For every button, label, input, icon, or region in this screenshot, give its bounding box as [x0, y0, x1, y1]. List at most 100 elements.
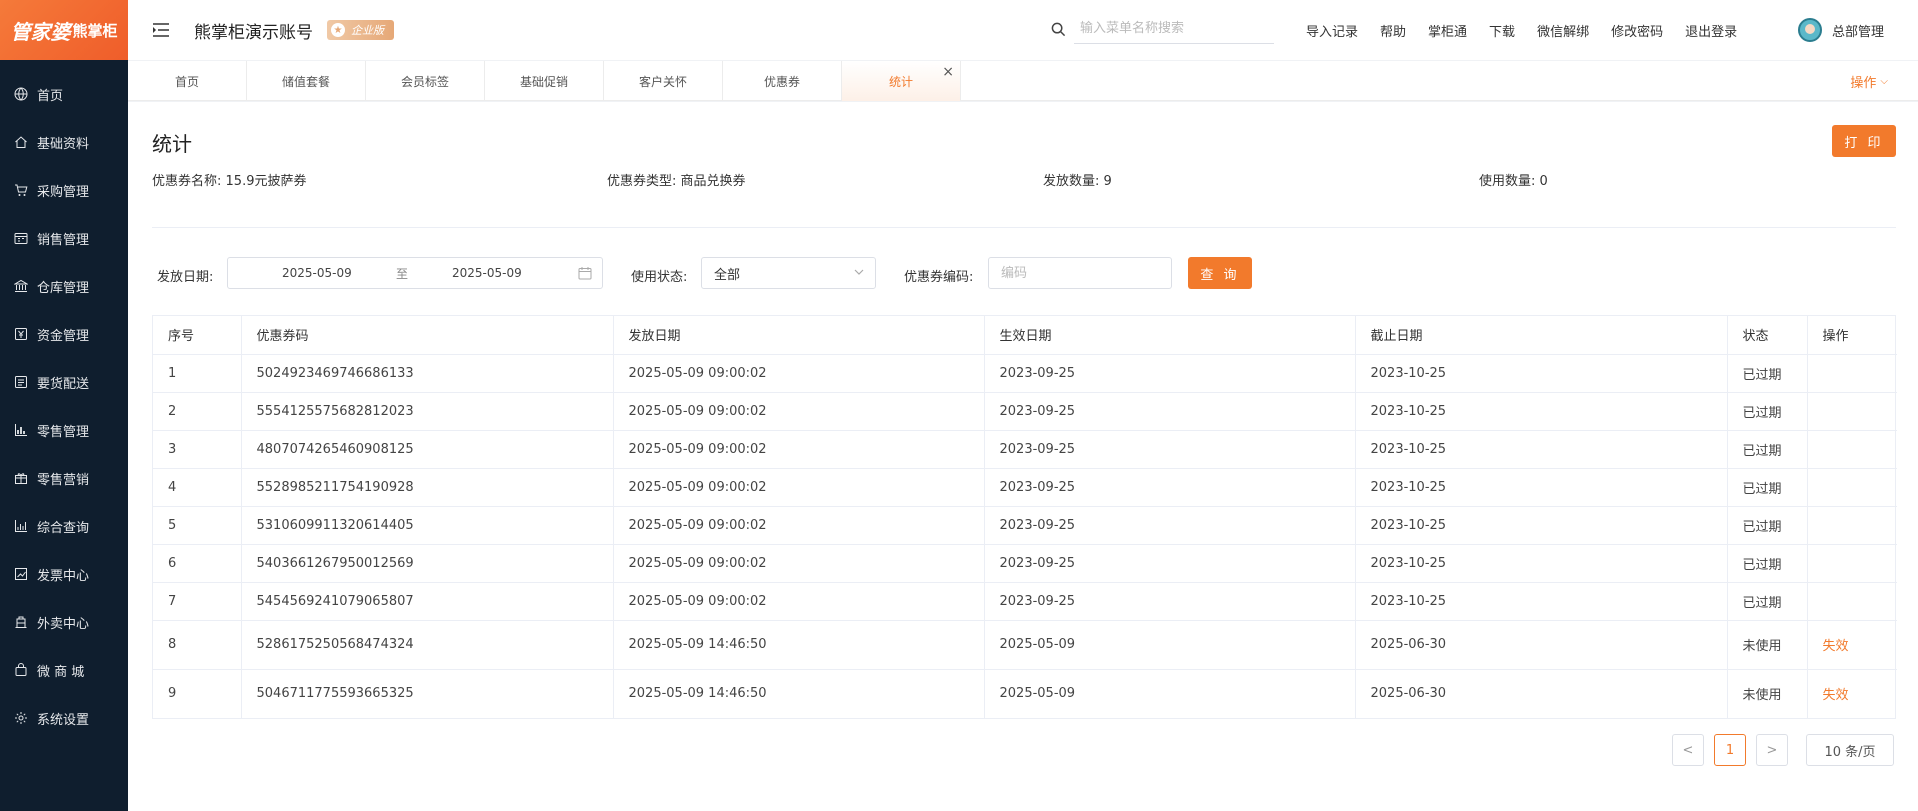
table-cell: 2025-06-30: [1355, 669, 1728, 718]
calendar-icon: [578, 267, 592, 280]
info-issued-count: 发放数量: 9: [1043, 170, 1112, 189]
close-icon[interactable]: ×: [942, 64, 954, 80]
table-cell: [1807, 468, 1897, 507]
page-size-select[interactable]: 10 条/页: [1806, 734, 1894, 766]
page-tab[interactable]: 优惠券: [723, 61, 842, 101]
table-cell: 2023-10-25: [1355, 392, 1728, 431]
usage-status-label: 使用状态:: [631, 270, 688, 285]
next-page-button[interactable]: >: [1756, 734, 1788, 766]
sidebar-item[interactable]: 零售管理: [0, 406, 128, 454]
sidebar-item[interactable]: 零售营销: [0, 454, 128, 502]
table-cell: 2025-05-09 14:46:50: [613, 620, 985, 670]
table-cell: 2023-10-25: [1355, 468, 1728, 507]
page-tab[interactable]: 客户关怀: [604, 61, 723, 101]
table-cell: 2023-10-25: [1355, 430, 1728, 469]
coupon-code-input[interactable]: [988, 257, 1172, 289]
sidebar-item[interactable]: 采购管理: [0, 166, 128, 214]
table-cell: 2025-05-09 14:46:50: [613, 669, 985, 718]
page-tab[interactable]: 会员标签: [366, 61, 485, 101]
top-header: 熊掌柜演示账号 ★ 企业版 导入记录 帮助 掌柜通 下载 微信解绑 修改密码 退出登录 总部…: [128, 0, 1918, 60]
column-header: 序号: [153, 316, 242, 355]
table-row: 1 5024923469746686133 2025-05-09 09:00:02 2…: [153, 354, 1897, 393]
sidebar-item[interactable]: 销售管理: [0, 214, 128, 262]
menu-search-input[interactable]: [1074, 14, 1274, 44]
page-tab[interactable]: 储值套餐: [247, 61, 366, 101]
sidebar-item[interactable]: 系统设置: [0, 694, 128, 742]
header-link[interactable]: 退出登录: [1685, 21, 1737, 40]
table-cell: 7: [153, 582, 242, 621]
date-end[interactable]: 2025-05-09: [452, 266, 522, 280]
table-cell: 2023-10-25: [1355, 582, 1728, 621]
page-tab[interactable]: 基础促销: [485, 61, 604, 101]
avatar[interactable]: [1798, 18, 1822, 42]
date-separator: 至: [396, 266, 409, 281]
tab-label: 储值套餐: [281, 74, 330, 89]
sidebar-item[interactable]: 资金管理: [0, 310, 128, 358]
table-cell: 已过期: [1727, 392, 1808, 431]
brand-logo[interactable]: 管家婆 熊掌柜: [0, 0, 128, 60]
account-title: 熊掌柜演示账号: [194, 22, 313, 43]
sidebar-item[interactable]: 首页: [0, 70, 128, 118]
table-cell: 已过期: [1727, 506, 1808, 545]
table-cell: 已过期: [1727, 468, 1808, 507]
table-cell: 已过期: [1727, 544, 1808, 583]
query-button[interactable]: 查 询: [1188, 257, 1252, 289]
tab-label: 优惠券: [763, 74, 800, 89]
tab-label: 客户关怀: [638, 74, 687, 89]
tab-operations-dropdown[interactable]: 操作 ⌵: [1850, 61, 1888, 101]
bag-icon: [15, 663, 27, 676]
globe-icon: [14, 87, 28, 101]
usage-status-select[interactable]: 全部: [701, 257, 876, 289]
coupon-table: 序号 优惠券码 发放日期 生效日期 截止日期 状态 操作 1 5024923469746686…: [152, 315, 1897, 719]
header-link[interactable]: 掌柜通: [1428, 21, 1467, 40]
bar-chart-icon: [15, 424, 27, 436]
header-link[interactable]: 帮助: [1380, 21, 1406, 40]
header-link[interactable]: 下载: [1489, 21, 1515, 40]
table-row: 6 5403661267950012569 2025-05-09 09:00:02 2…: [153, 544, 1897, 583]
invalidate-action[interactable]: 失效: [1807, 669, 1897, 718]
logo-text-primary: 管家婆: [10, 19, 71, 44]
usage-status-value: 全部: [714, 267, 741, 283]
table-cell: 5024923469746686133: [241, 354, 614, 393]
table-cell: 6: [153, 544, 242, 583]
sidebar-item[interactable]: 基础资料: [0, 118, 128, 166]
header-link[interactable]: 修改密码: [1611, 21, 1663, 40]
sidebar-item-label: 要货配送: [37, 376, 90, 392]
table-cell: 2025-05-09 09:00:02: [613, 544, 985, 583]
table-cell: 5: [153, 506, 242, 545]
sidebar-item[interactable]: 要货配送: [0, 358, 128, 406]
sidebar-item[interactable]: 微 商 城: [0, 646, 128, 694]
prev-page-button[interactable]: <: [1672, 734, 1704, 766]
page-tab[interactable]: 首页: [128, 61, 247, 101]
table-cell: 2025-05-09 09:00:02: [613, 582, 985, 621]
header-link[interactable]: 微信解绑: [1537, 21, 1589, 40]
header-link[interactable]: 导入记录: [1306, 21, 1358, 40]
info-coupon-type: 优惠券类型: 商品兑换券: [607, 170, 746, 189]
user-name[interactable]: 总部管理: [1832, 21, 1884, 40]
yen-icon: [15, 328, 27, 340]
table-cell: 2023-09-25: [984, 544, 1356, 583]
home-icon: [15, 136, 27, 148]
tab-label: 会员标签: [400, 74, 449, 89]
table-cell: 4807074265460908125: [241, 430, 614, 469]
invalidate-action[interactable]: 失效: [1807, 620, 1897, 670]
sidebar-item-label: 综合查询: [37, 520, 90, 536]
print-button[interactable]: 打 印: [1832, 125, 1896, 157]
sidebar-item[interactable]: 外卖中心: [0, 598, 128, 646]
user-menu[interactable]: 总部管理: [1798, 0, 1884, 60]
table-cell: 2023-09-25: [984, 582, 1356, 621]
table-cell: 2023-09-25: [984, 392, 1356, 431]
table-cell: 已过期: [1727, 354, 1808, 393]
date-start[interactable]: 2025-05-09: [282, 266, 352, 280]
sidebar-item[interactable]: 仓库管理: [0, 262, 128, 310]
sidebar-item[interactable]: 发票中心: [0, 550, 128, 598]
sidebar-item[interactable]: 综合查询: [0, 502, 128, 550]
page-number-button[interactable]: 1: [1714, 734, 1746, 766]
menu-collapse-icon[interactable]: [152, 20, 172, 40]
issue-date-range-picker[interactable]: 2025-05-09 至 2025-05-09: [227, 257, 603, 289]
page-tab[interactable]: 统计 ×: [842, 61, 961, 101]
tab-label: 首页: [174, 74, 199, 89]
table-cell: 4: [153, 468, 242, 507]
table-cell: [1807, 392, 1897, 431]
sidebar-item-label: 销售管理: [37, 232, 90, 248]
